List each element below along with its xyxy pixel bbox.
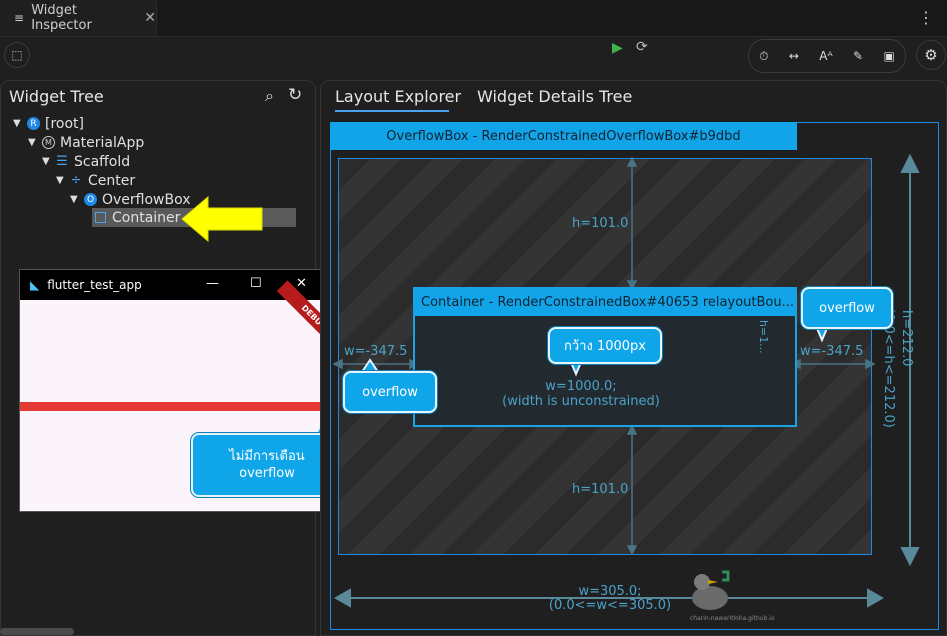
minimize-icon[interactable]: — — [206, 276, 219, 291]
material-app-icon: M — [42, 136, 55, 149]
select-widget-mode-button[interactable]: ⬚ — [4, 42, 30, 68]
height-bottom-label: h=101.0 — [572, 482, 629, 497]
tree-row-container[interactable]: Container — [95, 208, 180, 227]
tree-row-root[interactable]: ▼ R [root] — [13, 114, 84, 133]
list-icon: ≡ — [14, 11, 25, 25]
image-icon[interactable]: ▣ — [883, 49, 894, 63]
toolbar: ⬚ ▶ ⟳ ⏱ ↔ Aᴬ ✎ ▣ ⚙ — [0, 37, 947, 75]
scaffold-icon: ☰ — [56, 154, 68, 169]
window-titlebar: ◣ flutter_test_app — ☐ ✕ — [20, 270, 325, 300]
chevron-down-icon[interactable]: ▼ — [13, 118, 27, 129]
outer-width-label: w=305.0; (0.0<=w<=305.0) — [530, 585, 690, 613]
callout-text: ไม่มีการเตือน overflow — [229, 449, 305, 481]
red-overflow-bar — [20, 402, 325, 411]
center-icon: ÷ — [70, 173, 82, 188]
baseline-icon[interactable]: ↔ — [789, 49, 799, 63]
container-header: Container - RenderConstrainedBox#40653 r… — [415, 289, 795, 316]
tab-layout-explorer[interactable]: Layout Explorer — [335, 87, 461, 106]
inner-width-value: w=1000.0; — [545, 379, 617, 394]
close-icon[interactable]: ✕ — [144, 10, 156, 26]
window-title: flutter_test_app — [47, 278, 142, 292]
width-left-label: w=-347.5 — [344, 344, 408, 359]
outer-height-value: h=212.0 — [899, 310, 914, 367]
outer-height-label: h=212.0 — [898, 310, 914, 366]
repaint-icon[interactable]: ✎ — [853, 49, 863, 63]
search-icon[interactable]: ⌕ — [265, 86, 274, 106]
text-size-icon[interactable]: Aᴬ — [819, 49, 832, 63]
tree-row-scaffold[interactable]: ▼ ☰ Scaffold — [42, 152, 130, 171]
tree-row-center[interactable]: ▼ ÷ Center — [56, 171, 135, 190]
tree-label: MaterialApp — [60, 134, 145, 151]
tree-label: Container — [112, 209, 181, 226]
chevron-down-icon[interactable]: ▼ — [56, 175, 70, 186]
overflow-callout-right: overflow — [801, 287, 893, 329]
tab-widget-details-tree[interactable]: Widget Details Tree — [477, 87, 632, 106]
yellow-pointer-arrow — [181, 195, 263, 243]
play-icon[interactable]: ▶ — [612, 40, 623, 56]
overflow-callout-left: overflow — [343, 371, 437, 413]
timer-icon[interactable]: ⏱ — [759, 49, 768, 64]
container-icon — [95, 212, 106, 223]
settings-gear-icon[interactable]: ⚙ — [916, 40, 946, 70]
cursor-select-icon: ⬚ — [11, 48, 23, 62]
more-actions-icon[interactable]: ⋮ — [918, 8, 935, 27]
overflowbox-header: OverflowBox - RenderConstrainedOverflowB… — [330, 122, 797, 150]
inspector-tools-group: ⏱ ↔ Aᴬ ✎ ▣ — [748, 39, 906, 73]
inner-width-label: w=1000.0; (width is unconstrained) — [488, 379, 674, 409]
width-1000-callout: กว้าง 1000px — [548, 327, 662, 364]
active-tab-indicator — [335, 110, 449, 112]
chevron-down-icon[interactable]: ▼ — [70, 194, 84, 205]
watermark-text: charin-nawaritloha.github.io — [690, 615, 775, 622]
close-window-icon[interactable]: ✕ — [296, 276, 307, 291]
tree-label: Center — [88, 172, 136, 189]
tree-row-overflowbox[interactable]: ▼ O OverflowBox — [70, 190, 191, 209]
tab-title: Widget Inspector — [31, 3, 92, 33]
tree-row-materialapp[interactable]: ▼ M MaterialApp — [28, 133, 144, 152]
hot-reload-icon[interactable]: ⟳ — [636, 39, 648, 55]
chevron-down-icon[interactable]: ▼ — [42, 156, 56, 167]
duck-logo-icon — [692, 570, 730, 610]
tree-label: [root] — [45, 115, 84, 132]
inner-width-note: (width is unconstrained) — [502, 394, 660, 409]
flutter-logo-icon: ◣ — [30, 278, 40, 292]
tree-label: Scaffold — [74, 153, 131, 170]
height-top-label: h=101.0 — [572, 216, 629, 231]
horizontal-scrollbar[interactable] — [0, 628, 74, 635]
maximize-icon[interactable]: ☐ — [250, 276, 262, 291]
width-right-label: w=-347.5 — [800, 344, 864, 359]
chevron-down-icon[interactable]: ▼ — [28, 137, 42, 148]
panel-title: Widget Tree — [9, 87, 104, 106]
overflowbox-icon: O — [84, 193, 97, 206]
refresh-icon[interactable]: ↻ — [288, 85, 302, 105]
root-icon: R — [27, 117, 40, 130]
inner-height-label: h=1... — [757, 320, 770, 354]
outer-width-range: (0.0<=w<=305.0) — [548, 598, 672, 613]
tab-widget-inspector[interactable]: ≡ Widget Inspector ✕ — [0, 0, 157, 36]
outer-width-value: w=305.0; — [578, 584, 642, 599]
